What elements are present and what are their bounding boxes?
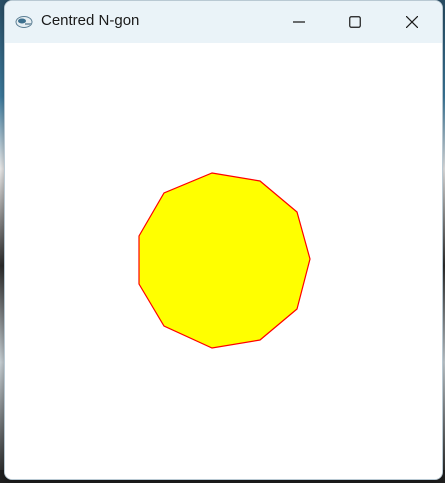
title-bar[interactable]: Centred N-gon: [5, 1, 442, 43]
app-icon: [15, 16, 33, 28]
minimize-icon: [293, 21, 305, 23]
maximize-icon: [349, 16, 361, 28]
centred-polygon: [138, 172, 311, 349]
drawing-canvas: [138, 172, 311, 349]
drawing-area: [5, 43, 442, 479]
close-icon: [406, 16, 418, 28]
window-title: Centred N-gon: [41, 12, 140, 29]
close-button[interactable]: [389, 1, 435, 43]
minimize-button[interactable]: [276, 1, 322, 43]
maximize-button[interactable]: [332, 1, 378, 43]
app-window: Centred N-gon: [4, 0, 443, 480]
